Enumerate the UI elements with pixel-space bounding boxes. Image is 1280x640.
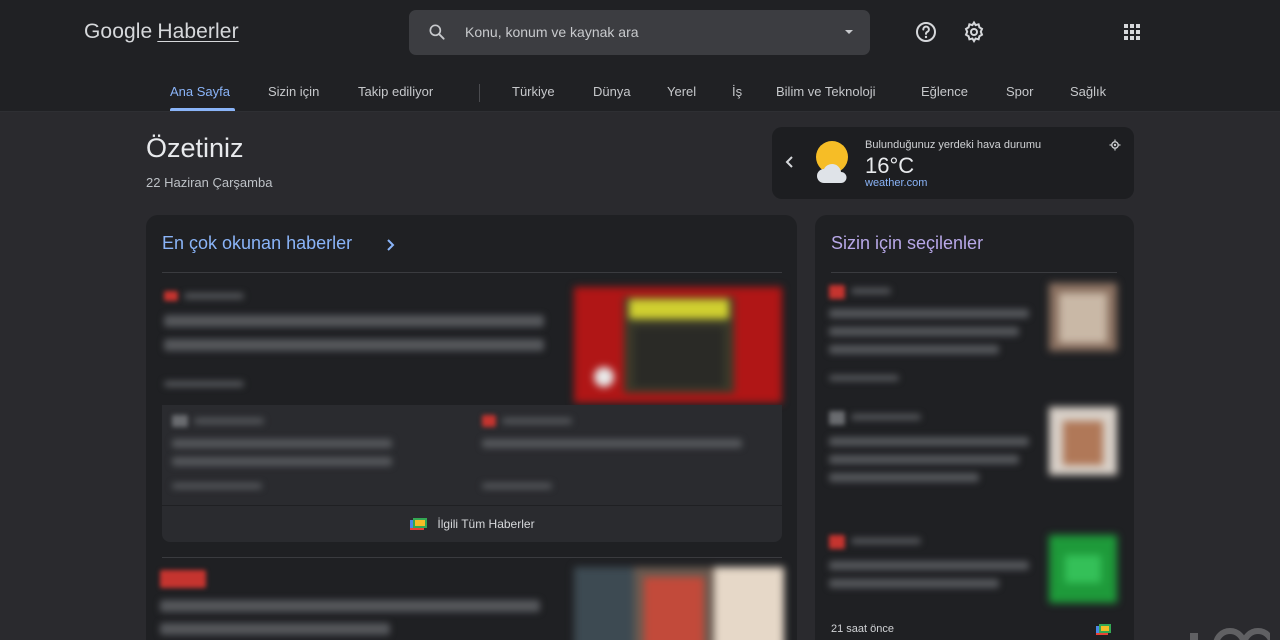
blurred-source — [502, 418, 572, 424]
tab-turkiye[interactable]: Türkiye — [512, 84, 555, 99]
related-news-label: İlgili Tüm Haberler — [437, 517, 535, 531]
chevron-left-icon[interactable] — [784, 155, 796, 169]
blurred-time — [172, 483, 262, 489]
source-logo — [482, 415, 496, 427]
tab-yerel[interactable]: Yerel — [667, 84, 696, 99]
blurred-headline[interactable] — [829, 327, 1019, 336]
google-news-logo[interactable]: Google Haberler — [84, 20, 239, 44]
top-stories-title[interactable]: En çok okunan haberler — [162, 233, 352, 254]
story-thumbnail[interactable] — [1049, 283, 1117, 351]
top-header: GoogleHaberler Ana Sayfa Sizin için T — [0, 0, 1280, 112]
for-you-divider — [831, 272, 1117, 273]
tab-bilim-ve-teknoloji[interactable]: Bilim ve Teknoloji — [776, 84, 875, 99]
blurred-source — [194, 418, 264, 424]
blurred-headline[interactable] — [172, 457, 392, 466]
related-news-button[interactable]: İlgili Tüm Haberler — [162, 506, 782, 542]
weather-caption: Bulunduğunuz yerdeki hava durumu — [865, 139, 1042, 151]
live-badge — [160, 570, 206, 588]
weather-card[interactable]: Bulunduğunuz yerdeki hava durumu 16°C we… — [772, 127, 1134, 199]
nav-divider — [479, 84, 480, 102]
blurred-headline[interactable] — [829, 437, 1029, 446]
search-bar[interactable] — [409, 10, 870, 55]
weather-source-link[interactable]: weather.com — [865, 177, 927, 189]
top-stories-panel: En çok okunan haberler İlgili Tüm Haberl… — [146, 215, 797, 640]
story-thumbnail[interactable] — [574, 287, 782, 403]
active-tab-indicator — [170, 108, 235, 111]
story-time: 21 saat önce — [831, 623, 894, 635]
source-logo — [829, 411, 845, 425]
chevron-right-icon[interactable] — [386, 237, 396, 253]
blurred-headline[interactable] — [829, 473, 979, 482]
story-divider — [162, 557, 782, 558]
blurred-headline[interactable] — [829, 345, 999, 354]
page-title: Özetiniz — [146, 133, 244, 163]
tab-eglence[interactable]: Eğlence — [921, 84, 968, 99]
tab-sizin-icin[interactable]: Sizin için — [268, 84, 319, 99]
watermark — [1190, 628, 1270, 640]
blurred-headline[interactable] — [164, 339, 544, 351]
logo-google-text: Google — [84, 20, 153, 43]
blurred-headline[interactable] — [164, 315, 544, 327]
blurred-source — [851, 288, 891, 294]
blurred-source — [851, 538, 921, 544]
page-date: 22 Haziran Çarşamba — [146, 175, 273, 190]
search-input[interactable] — [465, 21, 825, 43]
for-you-panel: Sizin için seçilenler 21 saat önce — [815, 215, 1134, 640]
blurred-headline[interactable] — [160, 600, 540, 612]
blurred-headline[interactable] — [829, 579, 999, 588]
blurred-headline[interactable] — [160, 623, 390, 635]
blurred-source — [184, 293, 244, 299]
blurred-source — [851, 414, 921, 420]
section-nav: Ana Sayfa Sizin için Takip ediliyor Türk… — [0, 84, 1280, 111]
tab-takip-ediliyor[interactable]: Takip ediliyor — [358, 84, 433, 99]
story-thumbnail[interactable] — [574, 567, 784, 640]
blurred-headline[interactable] — [172, 439, 392, 448]
apps-grid-icon[interactable] — [1120, 20, 1144, 44]
logo-news-text: Haberler — [157, 20, 239, 43]
story-thumbnail[interactable] — [1049, 535, 1117, 603]
story-thumbnail[interactable] — [1049, 407, 1117, 475]
tab-ana-sayfa[interactable]: Ana Sayfa — [170, 84, 230, 99]
help-icon[interactable] — [914, 20, 938, 44]
location-icon[interactable] — [1109, 139, 1121, 151]
gear-icon[interactable] — [962, 20, 986, 44]
blurred-headline[interactable] — [829, 561, 1029, 570]
for-you-title[interactable]: Sizin için seçilenler — [831, 233, 983, 254]
blurred-time — [164, 381, 244, 387]
tab-saglik[interactable]: Sağlık — [1070, 84, 1106, 99]
source-logo — [829, 285, 845, 299]
source-logo — [164, 291, 178, 301]
tab-is[interactable]: İş — [732, 84, 742, 99]
source-logo — [172, 415, 188, 427]
news-stack-icon[interactable] — [1095, 623, 1113, 637]
news-stack-icon — [410, 518, 428, 530]
blurred-headline[interactable] — [829, 309, 1029, 318]
weather-temperature: 16°C — [865, 153, 915, 178]
source-logo — [829, 535, 845, 549]
search-icon[interactable] — [427, 22, 447, 42]
chevron-down-icon[interactable] — [842, 25, 856, 39]
partly-cloudy-icon — [816, 141, 848, 183]
blurred-time — [829, 375, 899, 381]
blurred-headline[interactable] — [829, 455, 1019, 464]
top-stories-divider — [162, 272, 782, 273]
blurred-time — [482, 483, 552, 489]
tab-spor[interactable]: Spor — [1006, 84, 1033, 99]
blurred-headline[interactable] — [482, 439, 742, 448]
tab-dunya[interactable]: Dünya — [593, 84, 631, 99]
